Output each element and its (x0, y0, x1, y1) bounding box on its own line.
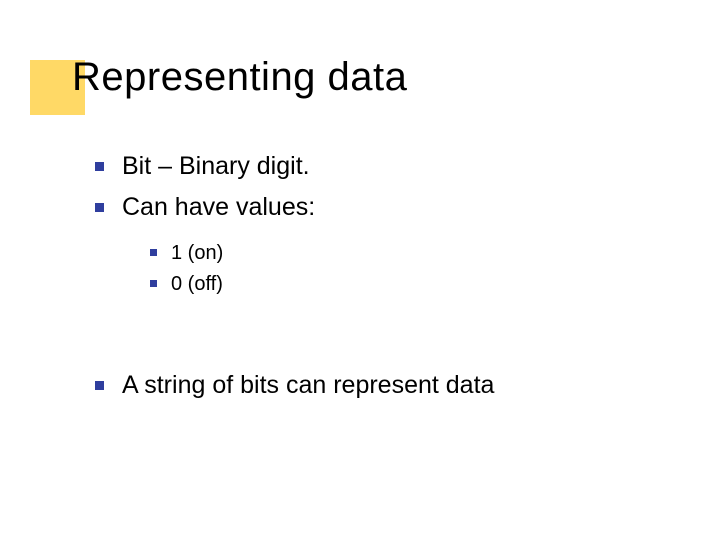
bullet-text: Can have values: (122, 191, 315, 224)
list-item: 0 (off) (150, 272, 680, 297)
sub-list: 1 (on) 0 (off) (150, 241, 680, 297)
slide: Representing data Bit – Binary digit. Ca… (0, 0, 720, 540)
square-bullet-icon (150, 280, 157, 287)
slide-body: Bit – Binary digit. Can have values: 1 (… (95, 150, 680, 410)
list-item: Bit – Binary digit. (95, 150, 680, 183)
spacer (95, 329, 680, 369)
bullet-text: 1 (on) (171, 241, 223, 266)
square-bullet-icon (95, 162, 104, 171)
bullet-text: Bit – Binary digit. (122, 150, 310, 183)
bullet-text: 0 (off) (171, 272, 223, 297)
list-item: 1 (on) (150, 241, 680, 266)
list-item: Can have values: (95, 191, 680, 224)
square-bullet-icon (95, 203, 104, 212)
square-bullet-icon (95, 381, 104, 390)
list-item: A string of bits can represent data (95, 369, 680, 402)
slide-title: Representing data (72, 55, 407, 100)
square-bullet-icon (150, 249, 157, 256)
bullet-text: A string of bits can represent data (122, 369, 494, 402)
